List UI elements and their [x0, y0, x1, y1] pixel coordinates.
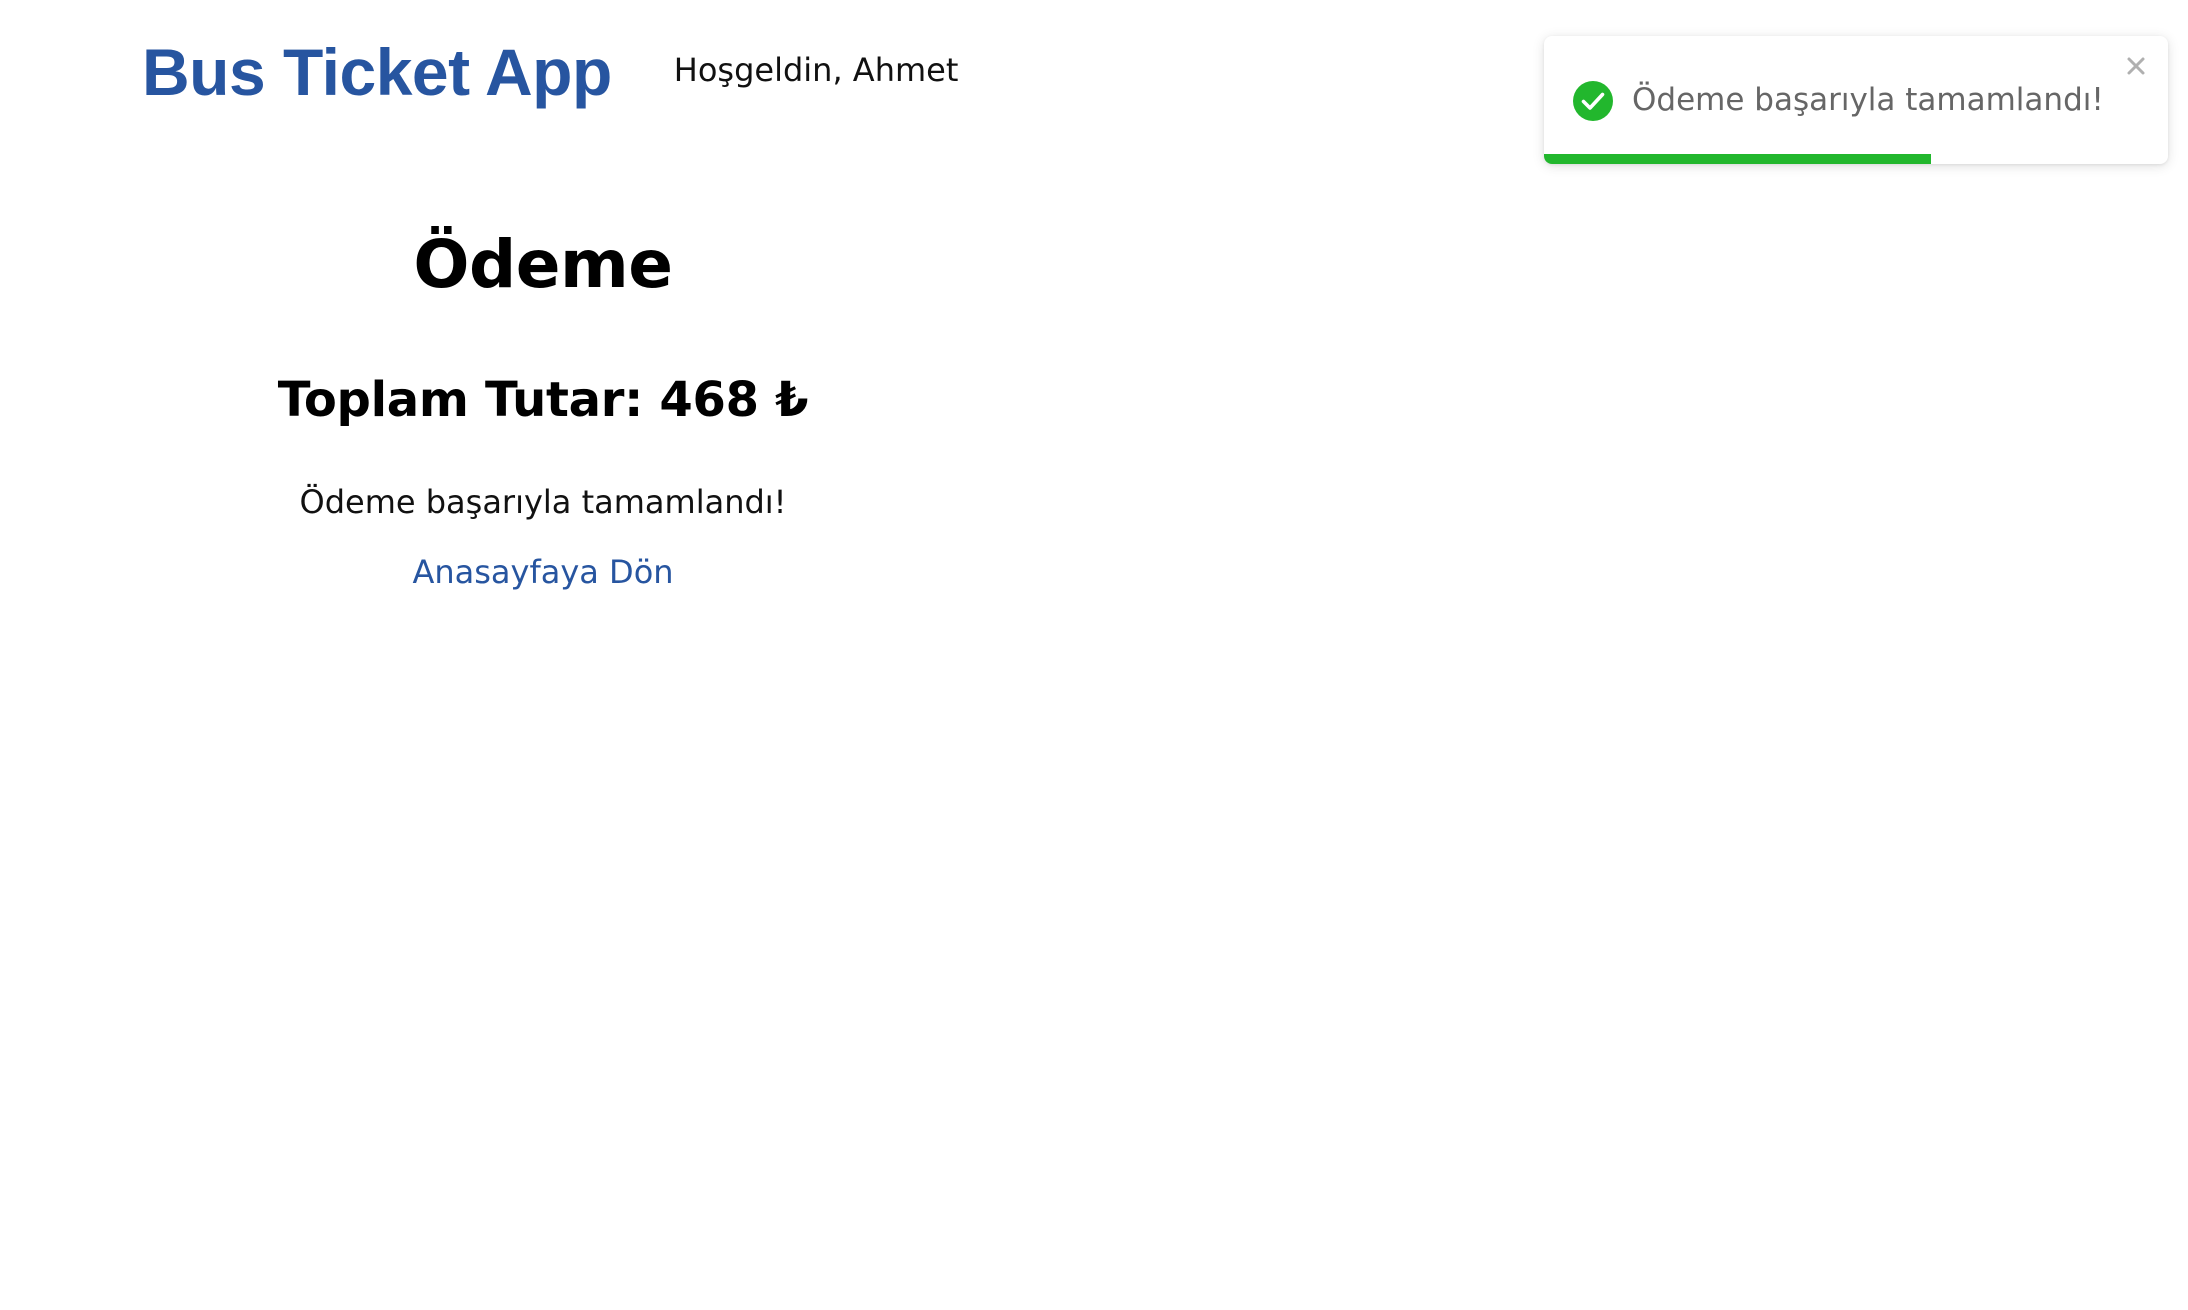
toast-progress-bar	[1544, 154, 1931, 164]
back-to-home-link[interactable]: Anasayfaya Dön	[412, 548, 673, 596]
success-toast[interactable]: Ödeme başarıyla tamamlandı!	[1544, 36, 2168, 164]
header: Bus Ticket App Hoşgeldin, Ahmet	[142, 28, 958, 116]
welcome-text: Hoşgeldin, Ahmet	[673, 51, 959, 89]
close-icon[interactable]	[2120, 50, 2152, 82]
payment-section: Ödeme Toplam Tutar: 468 ₺ Ödeme başarıyl…	[0, 220, 1086, 596]
page-title: Ödeme	[413, 226, 673, 303]
page: Bus Ticket App Hoşgeldin, Ahmet Ödeme To…	[0, 0, 2188, 1310]
toast-message: Ödeme başarıyla tamamlandı!	[1632, 82, 2104, 118]
total-amount: Toplam Tutar: 468 ₺	[277, 372, 809, 428]
app-title-link[interactable]: Bus Ticket App	[142, 28, 612, 116]
check-circle-icon	[1572, 80, 1614, 122]
payment-success-message: Ödeme başarıyla tamamlandı!	[299, 483, 787, 521]
